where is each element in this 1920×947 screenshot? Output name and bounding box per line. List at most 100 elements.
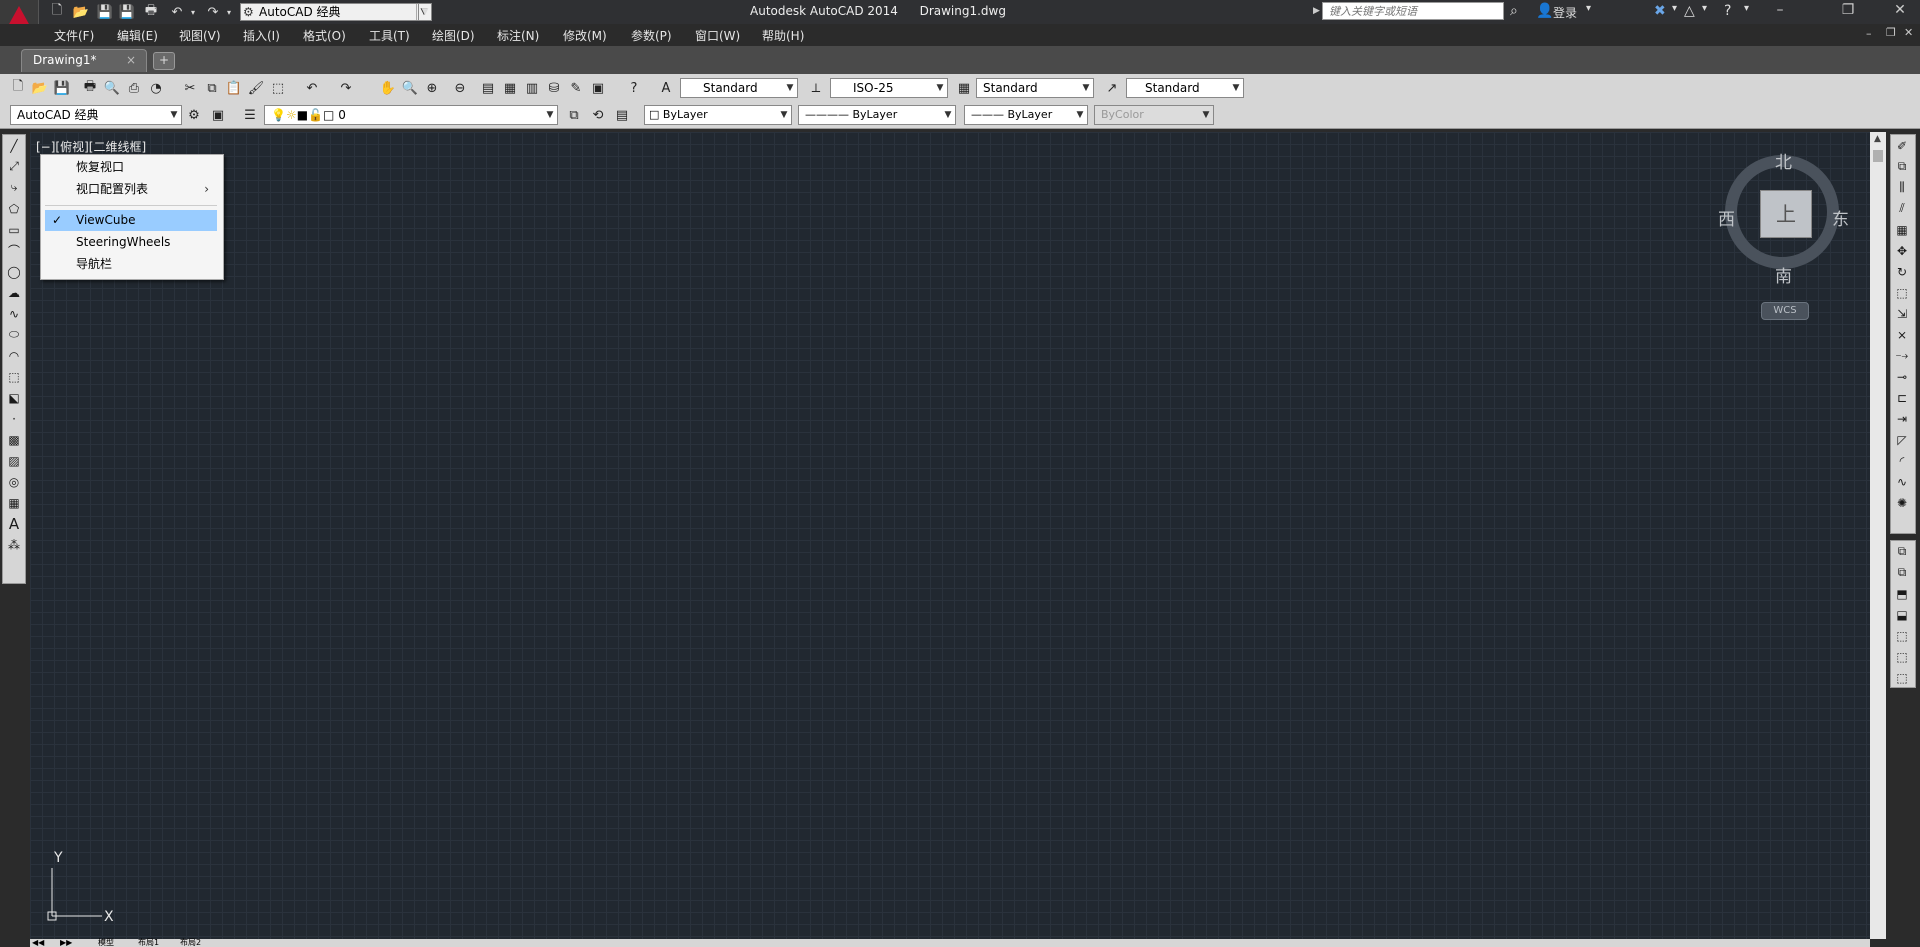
- menu-item-navbar[interactable]: 导航栏: [45, 254, 217, 275]
- layer-previous-icon[interactable]: ⟲: [588, 105, 608, 125]
- menu-item-steeringwheels[interactable]: SteeringWheels: [45, 232, 217, 253]
- save-icon[interactable]: 💾: [96, 3, 114, 21]
- redo-icon[interactable]: ↷: [336, 78, 356, 98]
- dim-style-dropdown[interactable]: ISO-25 ▼: [830, 78, 948, 98]
- properties-icon[interactable]: ▤: [478, 78, 498, 98]
- close-icon[interactable]: ✕: [1880, 2, 1920, 18]
- workspace-toolbar-icon[interactable]: ▣: [208, 105, 228, 125]
- print-icon[interactable]: 🖶: [80, 78, 100, 98]
- scale-icon[interactable]: ⬚: [1891, 282, 1913, 303]
- layer-state-icon[interactable]: ▤: [612, 105, 632, 125]
- menu-item-viewport-config-list[interactable]: 视口配置列表 ›: [45, 179, 217, 200]
- exchange-icon[interactable]: ✖: [1654, 3, 1666, 19]
- stretch-icon[interactable]: ⇲: [1891, 303, 1913, 324]
- dims-to-front-icon[interactable]: ⬚: [1891, 646, 1913, 667]
- circle-icon[interactable]: ◯: [3, 261, 25, 282]
- user-icon[interactable]: 👤: [1536, 3, 1553, 19]
- polygon-icon[interactable]: ⬠: [3, 198, 25, 219]
- workspace-dropdown[interactable]: ⚙ AutoCAD 经典 ▼: [240, 3, 432, 21]
- cut-icon[interactable]: ✂: [180, 78, 200, 98]
- customize-quick-access-button[interactable]: ▼: [418, 3, 432, 21]
- open-file-icon[interactable]: 📂: [30, 78, 50, 98]
- tab-layout1[interactable]: 布局1: [138, 939, 159, 947]
- doc-restore-icon[interactable]: ❐: [1886, 26, 1896, 39]
- doc-close-icon[interactable]: ✕: [1904, 26, 1913, 39]
- block-editor-icon[interactable]: ⬚: [268, 78, 288, 98]
- search-expand-icon[interactable]: ▶: [1313, 6, 1320, 16]
- zoom-previous-icon[interactable]: ⊖: [450, 78, 470, 98]
- send-under-icon[interactable]: ⬓: [1891, 604, 1913, 625]
- search-input[interactable]: 键入关键字或短语: [1322, 2, 1504, 20]
- polyline-icon[interactable]: ⤷: [3, 177, 25, 198]
- add-selected-icon[interactable]: ⁂: [3, 534, 25, 555]
- nav-next-icon[interactable]: ▶▶: [60, 939, 72, 947]
- ellipse-arc-icon[interactable]: ◠: [3, 345, 25, 366]
- table-icon[interactable]: ▦: [3, 492, 25, 513]
- construction-line-icon[interactable]: ⤢: [3, 156, 25, 177]
- revision-cloud-icon[interactable]: ☁: [3, 282, 25, 303]
- viewport-controls-label[interactable]: [−][俯视][二维线框]: [36, 138, 146, 155]
- menu-draw[interactable]: 绘图(D): [432, 27, 475, 44]
- bring-above-icon[interactable]: ⬒: [1891, 583, 1913, 604]
- menu-edit[interactable]: 编辑(E): [117, 27, 158, 44]
- close-icon[interactable]: ×: [126, 50, 136, 71]
- gear-icon[interactable]: ⚙: [184, 105, 204, 125]
- rectangle-icon[interactable]: ▭: [3, 219, 25, 240]
- login-button[interactable]: 登录: [1553, 4, 1577, 21]
- menu-item-viewcube[interactable]: ✓ ViewCube: [45, 210, 217, 231]
- text-style-dropdown[interactable]: Standard ▼: [680, 78, 798, 98]
- gradient-icon[interactable]: ▨: [3, 450, 25, 471]
- viewcube-west[interactable]: 西: [1718, 205, 1735, 230]
- text-to-front-icon[interactable]: ⬚: [1891, 625, 1913, 646]
- trim-icon[interactable]: ⨯: [1891, 324, 1913, 345]
- mleader-style-dropdown[interactable]: Standard ▼: [1126, 78, 1244, 98]
- erase-icon[interactable]: ✐: [1891, 135, 1913, 156]
- fillet-icon[interactable]: ◜: [1891, 450, 1913, 471]
- layer-properties-icon[interactable]: ☰: [240, 105, 260, 125]
- make-block-icon[interactable]: ⬕: [3, 387, 25, 408]
- calculator-icon[interactable]: ▣: [588, 78, 608, 98]
- scrollbar-thumb[interactable]: [1873, 150, 1883, 162]
- hatch-to-back-icon[interactable]: ⬚: [1891, 667, 1913, 688]
- text-style-icon[interactable]: A: [656, 78, 676, 98]
- help-icon[interactable]: ?: [1724, 3, 1731, 19]
- menu-help[interactable]: 帮助(H): [762, 27, 804, 44]
- menu-parametric[interactable]: 参数(P): [631, 27, 672, 44]
- undo-icon[interactable]: ↶: [302, 78, 322, 98]
- 3d-dwf-icon[interactable]: ◔: [146, 78, 166, 98]
- tab-layout2[interactable]: 布局2: [180, 939, 201, 947]
- break-icon[interactable]: ⊏: [1891, 387, 1913, 408]
- tab-model[interactable]: 模型: [98, 939, 114, 947]
- pan-icon[interactable]: ✋: [378, 78, 398, 98]
- help-icon[interactable]: ?: [624, 78, 644, 98]
- match-properties-icon[interactable]: 🖌: [246, 78, 266, 98]
- insert-block-icon[interactable]: ⬚: [3, 366, 25, 387]
- save-as-icon[interactable]: 💾: [118, 3, 136, 21]
- save-icon[interactable]: 💾: [52, 78, 72, 98]
- zoom-window-icon[interactable]: ⊕: [422, 78, 442, 98]
- paste-icon[interactable]: 📋: [224, 78, 244, 98]
- table-style-icon[interactable]: ▦: [954, 78, 974, 98]
- menu-file[interactable]: 文件(F): [54, 27, 94, 44]
- ellipse-icon[interactable]: ⬭: [3, 324, 25, 345]
- chevron-down-icon[interactable]: ▾: [1702, 3, 1707, 14]
- line-icon[interactable]: ╱: [3, 135, 25, 156]
- open-file-icon[interactable]: 📂: [72, 3, 90, 21]
- offset-icon[interactable]: ⫽: [1891, 198, 1913, 219]
- markup-icon[interactable]: ✎: [566, 78, 586, 98]
- new-file-icon[interactable]: 🗋: [48, 3, 66, 21]
- print-preview-icon[interactable]: 🔍: [102, 78, 122, 98]
- mirror-icon[interactable]: ⫼: [1891, 177, 1913, 198]
- hatch-icon[interactable]: ▩: [3, 429, 25, 450]
- viewcube-north[interactable]: 北: [1775, 148, 1792, 173]
- lineweight-dropdown[interactable]: ——— ByLayer ▼: [964, 105, 1088, 125]
- drawing-canvas[interactable]: [30, 132, 1870, 939]
- spline-icon[interactable]: ∿: [3, 303, 25, 324]
- chamfer-icon[interactable]: ◸: [1891, 429, 1913, 450]
- viewcube-top-face[interactable]: 上: [1760, 190, 1812, 238]
- join-icon[interactable]: ⇥: [1891, 408, 1913, 429]
- color-dropdown[interactable]: □ ByLayer ▼: [644, 105, 792, 125]
- zoom-realtime-icon[interactable]: 🔍: [400, 78, 420, 98]
- sheet-set-icon[interactable]: ⛁: [544, 78, 564, 98]
- design-center-icon[interactable]: ▦: [500, 78, 520, 98]
